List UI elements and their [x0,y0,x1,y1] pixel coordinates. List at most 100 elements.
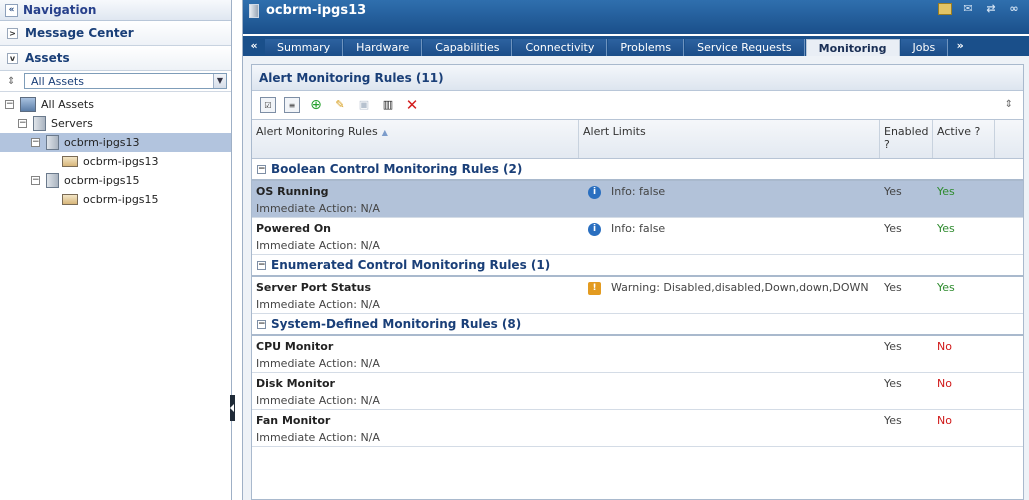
navigation-title: Navigation [23,3,97,17]
sort-icon[interactable]: ⇕ [7,76,21,87]
active-value: No [937,340,952,353]
tab-service-requests[interactable]: Service Requests [685,39,805,56]
columns-icon[interactable]: ≡ [284,97,300,113]
table-row[interactable]: Disk Monitor Immediate Action: N/A Yes No [252,373,1023,410]
tree-label: ocbrm-ipgs15 [64,174,140,187]
assets-section[interactable]: v Assets [0,46,231,71]
asset-filter-row: ⇕ All Assets ▼ [0,71,231,92]
group-title: System-Defined Monitoring Rules (8) [271,317,522,331]
tab-hardware[interactable]: Hardware [344,39,423,56]
tab-capabilities[interactable]: Capabilities [423,39,513,56]
chevron-down-icon: v [7,52,18,64]
active-value: Yes [937,185,955,198]
rule-action: Immediate Action: N/A [256,394,380,407]
panel-splitter-handle[interactable] [230,395,235,421]
collapse-node-icon[interactable]: − [31,176,40,185]
collapse-group-icon[interactable]: − [257,319,266,329]
column-header-enabled[interactable]: Enabled ? [880,120,933,158]
message-center-section[interactable]: > Message Center [0,21,231,46]
mail-icon[interactable]: ✉ [961,3,975,15]
tab-summary[interactable]: Summary [265,39,344,56]
enabled-value: Yes [884,185,902,198]
tree-label: All Assets [41,98,94,111]
service-processor-icon [62,156,78,167]
tree-node-sp-ipgs15[interactable]: ocbrm-ipgs15 [0,190,231,209]
alert-limit [579,410,880,446]
column-header-rules[interactable]: Alert Monitoring Rules ▲ [252,120,579,158]
tab-jobs[interactable]: Jobs [900,39,949,56]
tree-label: ocbrm-ipgs13 [83,155,159,168]
assets-label: Assets [25,51,70,65]
asset-filter-select[interactable]: All Assets ▼ [24,73,227,89]
tree-node-servers[interactable]: − Servers [0,114,231,133]
asset-tree: − All Assets − Servers − ocbrm-ipgs13 oc… [0,92,231,209]
rule-name: Powered On [256,222,332,235]
collapse-group-icon[interactable]: − [257,260,266,270]
tab-problems[interactable]: Problems [608,39,685,56]
group-header[interactable]: − System-Defined Monitoring Rules (8) [252,314,1023,336]
tab-scroll-left-icon[interactable]: « [243,39,265,56]
delete-icon[interactable]: ✕ [404,97,420,113]
rule-action: Immediate Action: N/A [256,239,380,252]
rules-toolbar: ☑ ≡ ⊕ ✎ ▣ ▥ ✕ [252,91,1023,119]
navigation-header[interactable]: « Navigation [0,0,231,21]
copy-icon[interactable]: ▣ [356,97,372,113]
rule-name: Server Port Status [256,281,372,294]
table-row[interactable]: Server Port Status Immediate Action: N/A … [252,277,1023,314]
alert-limit: Warning: Disabled,disabled,Down,down,DOW… [611,281,869,294]
rule-action: Immediate Action: N/A [256,202,380,215]
enabled-value: Yes [884,377,902,390]
select-all-icon[interactable]: ☑ [260,97,276,113]
rule-name: OS Running [256,185,329,198]
group-title: Enumerated Control Monitoring Rules (1) [271,258,551,272]
group-header[interactable]: − Enumerated Control Monitoring Rules (1… [252,255,1023,277]
tree-label: ocbrm-ipgs13 [64,136,140,149]
collapse-node-icon[interactable]: − [18,119,27,128]
table-row[interactable]: Fan Monitor Immediate Action: N/A Yes No [252,410,1023,447]
view-icon[interactable]: ▥ [380,97,396,113]
server-icon [46,173,59,188]
collapse-group-icon[interactable]: − [257,164,266,174]
enabled-value: Yes [884,340,902,353]
add-icon[interactable]: ⊕ [308,97,324,113]
panel-title: Alert Monitoring Rules (11) [252,65,1023,91]
group-header[interactable]: − Boolean Control Monitoring Rules (2) [252,159,1023,181]
collapse-icon[interactable]: « [5,3,18,17]
rule-action: Immediate Action: N/A [256,431,380,444]
dropdown-arrow-icon[interactable]: ▼ [213,74,226,88]
tree-node-host-ipgs13[interactable]: − ocbrm-ipgs13 [0,133,231,152]
edit-icon[interactable] [938,3,952,15]
collapse-node-icon[interactable]: − [31,138,40,147]
enabled-value: Yes [884,281,902,294]
tab-connectivity[interactable]: Connectivity [513,39,608,56]
rule-name: Fan Monitor [256,414,331,427]
column-header-limits[interactable]: Alert Limits [579,120,880,158]
sort-icon[interactable]: ⇕ [1005,99,1013,110]
tree-node-host-ipgs15[interactable]: − ocbrm-ipgs15 [0,171,231,190]
navigation-panel: « Navigation > Message Center v Assets ⇕… [0,0,232,500]
collapse-node-icon[interactable]: − [5,100,14,109]
server-icon [46,135,59,150]
rule-action: Immediate Action: N/A [256,298,380,311]
column-header-active[interactable]: Active ? [933,120,995,158]
rule-name: CPU Monitor [256,340,334,353]
active-value: Yes [937,222,955,235]
active-value: No [937,377,952,390]
table-row[interactable]: OS Running Immediate Action: N/A i Info: f… [252,181,1023,218]
tab-scroll-right-icon[interactable]: » [949,39,971,56]
window-title-bar: ocbrm-ipgs13 ✉ ⇄ ∞ [243,0,1029,34]
tree-node-sp-ipgs13[interactable]: ocbrm-ipgs13 [0,152,231,171]
alert-rules-panel: Alert Monitoring Rules (11) ☑ ≡ ⊕ ✎ ▣ ▥ … [251,64,1024,500]
table-row[interactable]: Powered On Immediate Action: N/A i Info: f… [252,218,1023,255]
tree-node-all-assets[interactable]: − All Assets [0,95,231,114]
table-row[interactable]: CPU Monitor Immediate Action: N/A Yes No [252,336,1023,373]
tab-monitoring[interactable]: Monitoring [805,39,900,56]
edit-pencil-icon[interactable]: ✎ [332,97,348,113]
chevron-right-icon: > [7,27,18,39]
link-icon[interactable]: ∞ [1007,3,1021,15]
exchange-icon[interactable]: ⇄ [984,3,998,15]
active-value: Yes [937,281,955,294]
grid-header: Alert Monitoring Rules ▲ Alert Limits Ena… [252,119,1023,159]
info-icon: i [588,186,601,199]
server-group-icon [33,116,46,131]
